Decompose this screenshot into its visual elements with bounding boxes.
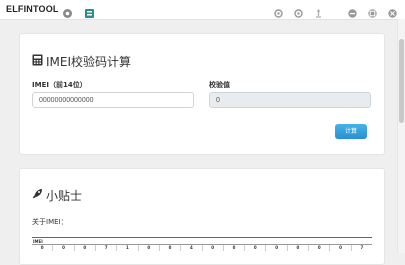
table-cell: 0 [137, 245, 159, 251]
vertical-scrollbar[interactable] [397, 19, 405, 253]
tips-card: 小贴士 关于IMEI： IMEI 0007100400000007 [19, 168, 385, 265]
table-cell: 0 [201, 245, 223, 251]
table-cell: 0 [265, 245, 286, 251]
table-cell: 0 [40, 245, 44, 250]
table-cell: 1 [116, 245, 137, 251]
table-cell: 7 [350, 245, 372, 251]
title-bar: ELFINTOOL [0, 0, 405, 20]
gear-icon[interactable] [62, 4, 73, 18]
restore-icon[interactable] [367, 4, 378, 18]
app-grid-icon[interactable] [84, 4, 95, 18]
table-cell: 0 [244, 245, 265, 251]
calculator-title: IMEI校验码计算 [32, 53, 131, 70]
pin-icon[interactable] [313, 4, 324, 18]
tips-title: 小贴士 [32, 187, 82, 204]
minimize-icon[interactable] [347, 4, 358, 18]
settings-icon[interactable] [273, 4, 284, 18]
imei-structure-table: IMEI 0007100400000007 [32, 237, 372, 251]
table-cell: 7 [94, 245, 116, 251]
table-row: 0007100400000007 [32, 244, 372, 251]
table-cell: 0 [286, 245, 308, 251]
about-imei-text: 关于IMEI： [32, 218, 68, 226]
calculator-title-text: IMEI校验码计算 [46, 55, 132, 69]
rocket-icon [32, 188, 46, 203]
close-icon[interactable] [387, 4, 398, 18]
table-cell: 0 [308, 245, 329, 251]
check-digit-label: 校验值 [209, 81, 230, 89]
tips-title-text: 小贴士 [46, 189, 83, 203]
calculator-icon [32, 54, 46, 69]
scrollbar-thumb[interactable] [399, 39, 404, 123]
check-digit-field: 0 [209, 92, 371, 108]
table-cell: 0 [158, 245, 180, 251]
table-cell: 0 [52, 245, 73, 251]
app-brand: ELFINTOOL [6, 4, 59, 14]
table-cell: 0 [222, 245, 244, 251]
table-cell: 4 [180, 245, 201, 251]
refresh-icon[interactable] [293, 4, 304, 18]
imei-calculator-card: IMEI校验码计算 IMEI（前14位） 00000000000000 校验值 … [19, 33, 385, 155]
table-cell: 0 [329, 245, 350, 251]
calculate-button[interactable]: 计算 [335, 124, 367, 139]
imei-input[interactable]: 00000000000000 [32, 92, 194, 108]
table-cell: 0 [73, 245, 95, 251]
imei-label: IMEI（前14位） [32, 81, 87, 89]
